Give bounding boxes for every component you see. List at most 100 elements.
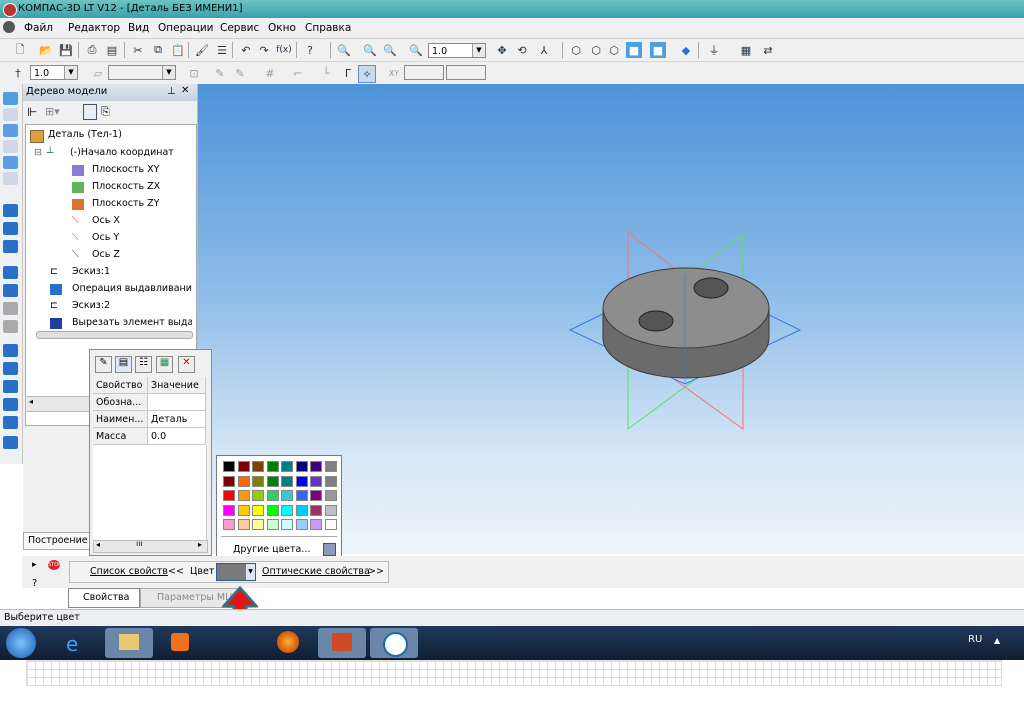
color-swatch[interactable] [237, 461, 250, 472]
color-swatch[interactable] [324, 519, 337, 530]
brush-icon[interactable]: 🖌 [194, 42, 210, 58]
color-swatch[interactable] [237, 475, 250, 487]
color-swatch[interactable] [310, 490, 322, 501]
line-width-combo[interactable]: 1.0 ▼ [30, 65, 78, 80]
library-tool-icon[interactable] [3, 436, 18, 449]
color-swatch[interactable] [223, 461, 235, 472]
color-swatch[interactable] [295, 490, 308, 501]
color-swatch[interactable] [266, 504, 279, 516]
color-swatch[interactable] [223, 490, 235, 501]
list-view-icon[interactable]: ▤ [115, 356, 132, 373]
menu-operations[interactable]: Операции [158, 22, 213, 34]
copy-icon[interactable]: ⧉ [150, 42, 166, 58]
custom-color-icon[interactable] [323, 543, 336, 556]
thin-lines-icon[interactable]: ⬡ [606, 42, 622, 58]
color-swatch[interactable] [223, 519, 235, 530]
delete-property-icon[interactable]: ✕ [178, 356, 195, 373]
cut-tool-icon[interactable] [3, 240, 18, 253]
pin-icon[interactable]: ▸ [32, 560, 37, 570]
tree-item-sketch-2[interactable]: Эскиз:2 [72, 300, 110, 311]
color-swatch[interactable] [324, 490, 337, 501]
chevron-down-icon[interactable]: ▼ [64, 66, 77, 79]
color-swatch[interactable] [310, 461, 322, 472]
chamfer-tool-icon[interactable] [3, 302, 18, 315]
tree-item-axis-x[interactable]: Ось X [92, 215, 120, 226]
measure-tool-icon[interactable] [3, 172, 18, 185]
tree-scrollbar[interactable] [36, 331, 193, 339]
axis-tool-icon[interactable] [3, 362, 18, 375]
color-swatch[interactable] [310, 519, 322, 530]
tab-build[interactable]: Построение [23, 532, 95, 550]
zoom-window-icon[interactable]: 🔍 [336, 42, 352, 58]
rotate-icon[interactable]: ⟲ [514, 42, 530, 58]
color-swatch[interactable] [237, 490, 250, 501]
zoom-out-icon[interactable]: 🔍 [382, 42, 398, 58]
help-icon[interactable]: ? [32, 578, 37, 589]
properties-icon[interactable]: ☰ [214, 42, 230, 58]
color-swatch[interactable] [324, 475, 337, 487]
annotation-tool-icon[interactable] [3, 156, 18, 169]
coord-x-field[interactable] [404, 65, 444, 80]
wireframe-icon[interactable]: ⬡ [568, 42, 584, 58]
color-swatch[interactable] [252, 475, 264, 487]
filter-icon[interactable]: ⏚ [706, 42, 722, 58]
color-swatch[interactable] [252, 490, 264, 501]
print-icon[interactable]: ⎙ [84, 42, 100, 58]
style-combo[interactable]: ▼ [108, 65, 176, 80]
extrude-tool-icon[interactable] [3, 204, 18, 217]
color-swatch[interactable] [281, 461, 293, 472]
dimensions-tool-icon[interactable] [3, 140, 18, 153]
color-swatch[interactable] [295, 519, 308, 530]
properties-scrollbar[interactable]: ◂ ııı ▸ [93, 539, 208, 553]
fx-icon[interactable]: f(x) [276, 42, 292, 58]
preview-icon[interactable]: ▤ [104, 42, 120, 58]
pan-icon[interactable]: ✥ [494, 42, 510, 58]
cut-icon[interactable]: ✂ [130, 42, 146, 58]
expand-icon[interactable]: ⊟ [34, 147, 42, 158]
variables-icon[interactable]: ▦ [738, 42, 754, 58]
color-swatch[interactable] [266, 475, 279, 487]
scroll-thumb[interactable]: ııı [136, 539, 143, 548]
material-icon[interactable]: ▦ [156, 356, 173, 373]
list-arrows[interactable]: << [168, 566, 184, 577]
tree-item-axis-z[interactable]: Ось Z [92, 249, 120, 260]
optical-arrows[interactable]: >> [368, 566, 384, 577]
rebuild-icon[interactable]: ⇄ [760, 42, 776, 58]
snap-icon[interactable]: † [10, 65, 26, 81]
color-swatch[interactable] [281, 519, 293, 530]
menu-help[interactable]: Справка [305, 22, 351, 34]
color-swatch[interactable] [310, 475, 322, 487]
explorer-icon[interactable] [105, 628, 153, 658]
tree-item-plane-xy[interactable]: Плоскость XY [92, 164, 160, 175]
color-swatch[interactable] [310, 504, 322, 516]
media-player-icon[interactable] [157, 628, 205, 658]
other-colors-button[interactable]: Другие цвета... [233, 544, 310, 555]
color-swatch[interactable] [281, 490, 293, 501]
redo-icon[interactable]: ↷ [256, 42, 272, 58]
color-swatch[interactable] [266, 519, 279, 530]
stop-icon[interactable]: STOP [48, 560, 61, 570]
color-swatch[interactable] [281, 504, 293, 516]
menu-window[interactable]: Окно [268, 22, 296, 34]
zoom-scale-icon[interactable]: 🔍 [408, 42, 424, 58]
tree-item-axis-y[interactable]: Ось Y [92, 232, 119, 243]
color-swatch[interactable] [266, 490, 279, 501]
pin-icon[interactable]: ⊥ [167, 86, 176, 97]
sketch-tool-icon[interactable] [3, 108, 18, 121]
tree-view-icon[interactable]: ⊩ [27, 105, 37, 119]
rotate-tool-icon[interactable] [3, 222, 18, 235]
hidden-lines-icon[interactable]: ⬡ [588, 42, 604, 58]
snaps-icon[interactable]: ✧ [358, 65, 376, 83]
tree-item-plane-zy[interactable]: Плоскость ZY [92, 198, 160, 209]
color-swatch[interactable] [252, 504, 264, 516]
paste-icon[interactable]: 📋 [170, 42, 186, 58]
tree-item-extrusion[interactable]: Операция выдавливания [72, 283, 192, 294]
coord-y-field[interactable] [446, 65, 486, 80]
fillet-tool-icon[interactable] [3, 284, 18, 297]
chevron-down-icon[interactable]: ▼ [246, 564, 255, 580]
language-indicator[interactable]: RU [968, 634, 982, 645]
report-tool-icon[interactable] [3, 416, 18, 429]
prop-value[interactable]: Деталь [148, 411, 206, 428]
shaded-icon[interactable]: ■ [626, 42, 642, 58]
ortho-icon[interactable]: Γ [340, 65, 356, 81]
